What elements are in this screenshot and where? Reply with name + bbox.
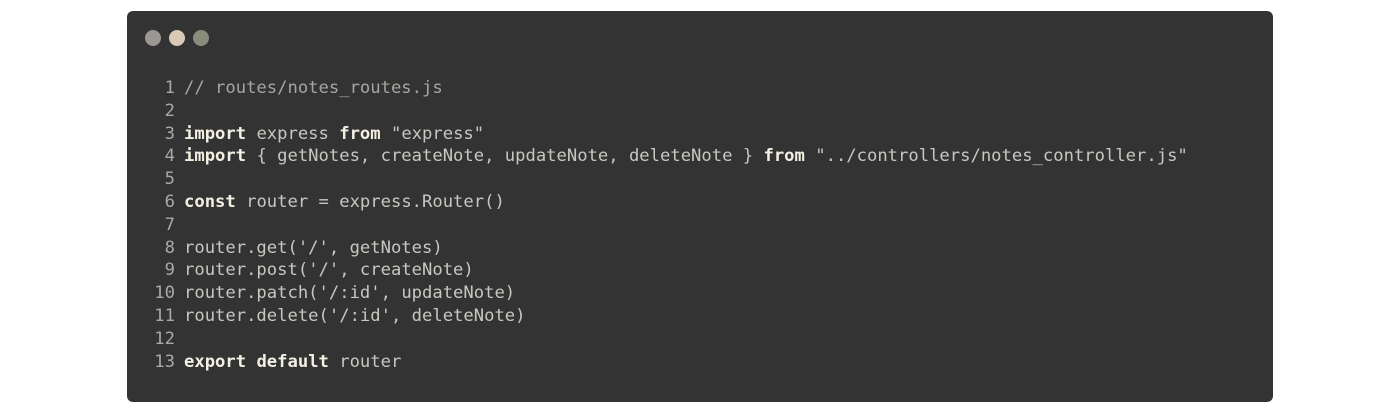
line-number: 6 (164, 191, 175, 212)
line-number: 13 (154, 351, 175, 372)
line-number: 10 (154, 283, 175, 304)
code-line: 4 import { getNotes, createNote, updateNo… (141, 145, 1188, 168)
code-token-string: '/' (308, 260, 340, 281)
line-number: 7 (164, 214, 175, 235)
code-token-string: "../controllers/notes_controller.js" (815, 146, 1188, 167)
code-token-string: "express" (391, 123, 485, 144)
line-number: 4 (164, 146, 175, 167)
maximize-dot-icon[interactable] (193, 30, 209, 46)
line-content: router.post('/', createNote) (184, 259, 474, 282)
code-line: 1 // routes/notes_routes.js (141, 77, 1188, 100)
code-token-plain: , deleteNote) (390, 305, 526, 326)
code-line: 5 (141, 168, 1188, 191)
code-token-keyword: default (256, 351, 329, 372)
code-token-plain: router.get( (184, 237, 298, 258)
code-token-plain: router.post( (184, 260, 309, 281)
line-content: import express from "express" (184, 123, 484, 146)
code-line: 12 (141, 328, 1188, 351)
line-content: // routes/notes_routes.js (184, 77, 443, 100)
code-token-plain: router.delete( (184, 305, 329, 326)
line-content: export default router (184, 351, 401, 374)
code-token-keyword: export (184, 351, 247, 372)
line-content: router.patch('/:id', updateNote) (184, 282, 515, 305)
code-line: 11 router.delete('/:id', deleteNote) (141, 305, 1188, 328)
line-number: 9 (164, 260, 175, 281)
code-token-string: '/:id' (318, 283, 381, 304)
code-line: 6 const router = express.Router() (141, 191, 1188, 214)
window-controls (145, 30, 209, 46)
minimize-dot-icon[interactable] (169, 30, 185, 46)
code-token-comment: // routes/notes_routes.js (184, 78, 443, 98)
code-token-plain: express (246, 123, 340, 144)
code-block: 1 // routes/notes_routes.js 2 3 import expre… (141, 77, 1188, 374)
line-number: 8 (164, 237, 175, 258)
code-token-keyword: from (763, 146, 805, 167)
code-token-plain: , getNotes) (328, 237, 443, 258)
line-content: import { getNotes, createNote, updateNot… (184, 145, 1188, 168)
line-number: 11 (154, 305, 175, 326)
code-token-keyword: from (339, 123, 381, 144)
line-number: 1 (164, 78, 175, 98)
code-token-plain: router = express.Router() (235, 191, 505, 212)
code-line: 2 (141, 100, 1188, 123)
line-number: 12 (154, 328, 175, 349)
line-content: router.delete('/:id', deleteNote) (184, 305, 526, 328)
code-token-keyword: import (184, 123, 247, 144)
code-token-plain: , createNote) (339, 260, 474, 281)
line-number: 5 (164, 169, 175, 190)
code-window: 1 // routes/notes_routes.js 2 3 import expre… (127, 11, 1273, 402)
line-number: 2 (164, 100, 175, 121)
code-line: 9 router.post('/', createNote) (141, 259, 1188, 282)
code-token-plain: router (328, 351, 402, 372)
code-line: 8 router.get('/', getNotes) (141, 237, 1188, 260)
code-token-plain: { getNotes, createNote, updateNote, dele… (246, 146, 764, 167)
code-line: 3 import express from "express" (141, 123, 1188, 146)
code-token-keyword: import (184, 146, 247, 167)
code-line: 13 export default router (141, 351, 1188, 374)
code-line: 10 router.patch('/:id', updateNote) (141, 282, 1188, 305)
line-content: router.get('/', getNotes) (184, 237, 443, 260)
line-number: 3 (164, 123, 175, 144)
code-line: 7 (141, 214, 1188, 237)
code-token-string: '/:id' (328, 305, 391, 326)
close-dot-icon[interactable] (145, 30, 161, 46)
line-content: const router = express.Router() (184, 191, 505, 214)
code-token-plain: , updateNote) (380, 283, 516, 304)
code-token-plain: router.patch( (184, 283, 319, 304)
code-token-keyword: const (184, 191, 236, 212)
code-token-string: '/' (297, 237, 329, 258)
